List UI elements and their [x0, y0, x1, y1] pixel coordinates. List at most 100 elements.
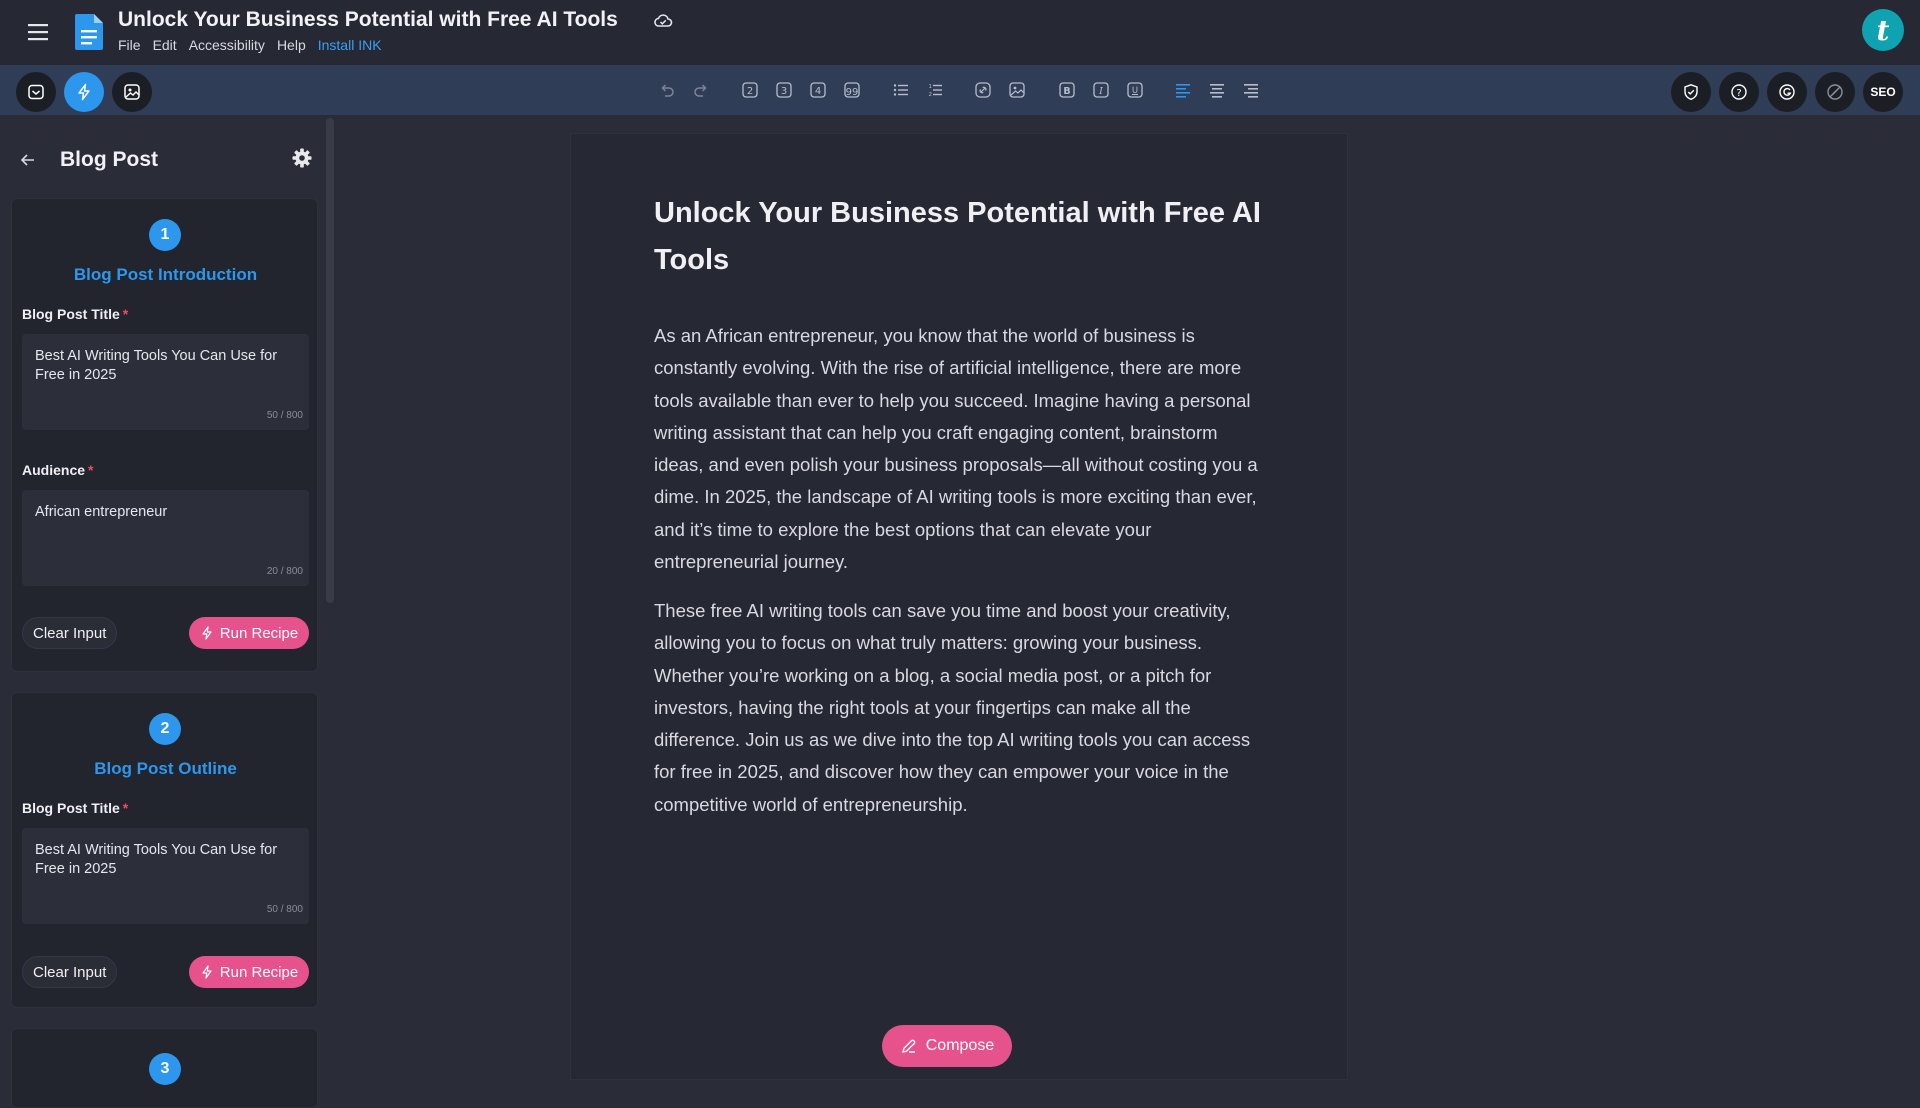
- field-label: Blog Post Title *: [22, 306, 129, 322]
- quote-button[interactable]: 99: [841, 79, 863, 101]
- user-avatar[interactable]: t: [1862, 9, 1904, 51]
- undo-icon: [661, 84, 674, 97]
- svg-text:B: B: [1063, 86, 1070, 97]
- ai-assistant-button[interactable]: [64, 72, 104, 112]
- align-left-button[interactable]: [1172, 79, 1194, 101]
- step-badge: 1: [149, 219, 181, 251]
- compose-button[interactable]: Compose: [882, 1025, 1012, 1067]
- shield-check-icon: [1684, 84, 1698, 101]
- sidebar-title: Blog Post: [60, 148, 158, 171]
- char-counter: 50 / 800: [266, 904, 303, 915]
- disable-assistant-button[interactable]: [1815, 72, 1855, 112]
- menu-help[interactable]: Help: [277, 37, 306, 53]
- redo-icon: [694, 84, 707, 97]
- lightning-icon: [202, 965, 212, 979]
- svg-text:3: 3: [781, 86, 787, 97]
- bullet-list-icon: [893, 84, 908, 96]
- align-right-button[interactable]: [1240, 79, 1262, 101]
- step-badge: 3: [149, 1053, 181, 1085]
- blog-title-input[interactable]: Best AI Writing Tools You Can Use for Fr…: [22, 828, 309, 924]
- document-paragraph[interactable]: As an African entrepreneur, you know tha…: [654, 320, 1270, 578]
- italic-icon: I: [1093, 82, 1109, 98]
- recipe-card-3: 3: [11, 1028, 318, 1108]
- audience-input[interactable]: African entrepreneur 20 / 800: [22, 490, 309, 586]
- editor-toolbar: 2 3 4 99 12 B I U ? SEO: [0, 65, 1920, 115]
- cloud-saved-icon: [653, 12, 673, 30]
- menu-edit[interactable]: Edit: [153, 37, 177, 53]
- underline-button[interactable]: U: [1124, 79, 1146, 101]
- svg-text:2: 2: [747, 86, 753, 97]
- document-title[interactable]: Unlock Your Business Potential with Free…: [118, 8, 618, 32]
- plagiarism-check-button[interactable]: [1671, 72, 1711, 112]
- svg-text:2: 2: [929, 92, 933, 98]
- quote-icon: 99: [844, 82, 860, 98]
- svg-text:4: 4: [815, 86, 821, 97]
- hamburger-menu-icon[interactable]: [26, 20, 52, 44]
- help-icon: ?: [1731, 84, 1747, 100]
- redo-button[interactable]: [690, 79, 712, 101]
- heading-3-icon: 3: [776, 82, 792, 98]
- align-center-button[interactable]: [1206, 79, 1228, 101]
- bold-icon: B: [1059, 82, 1075, 98]
- grammar-button[interactable]: [1767, 72, 1807, 112]
- italic-button[interactable]: I: [1090, 79, 1112, 101]
- install-ink-link[interactable]: Install INK: [318, 37, 382, 53]
- char-counter: 20 / 800: [266, 566, 303, 577]
- svg-text:I: I: [1098, 86, 1103, 97]
- underline-icon: U: [1127, 82, 1143, 98]
- seo-button[interactable]: SEO: [1863, 72, 1903, 112]
- document-icon: [73, 12, 105, 52]
- numbered-list-button[interactable]: 12: [924, 79, 946, 101]
- step-badge: 2: [149, 713, 181, 745]
- char-counter: 50 / 800: [266, 410, 303, 421]
- lightning-icon: [202, 626, 212, 640]
- disable-icon: [1827, 84, 1843, 100]
- run-recipe-button[interactable]: Run Recipe: [189, 617, 309, 649]
- card-title: Blog Post Outline: [94, 759, 237, 778]
- seo-label: SEO: [1870, 85, 1896, 99]
- sidebar-scrollbar[interactable]: [326, 118, 334, 603]
- lightning-icon: [78, 83, 90, 101]
- link-button[interactable]: [972, 79, 994, 101]
- menu-bar: File Edit Accessibility Help Install INK: [118, 37, 382, 53]
- run-recipe-button[interactable]: Run Recipe: [189, 956, 309, 988]
- heading-4-icon: 4: [810, 82, 826, 98]
- svg-text:1: 1: [929, 84, 933, 90]
- align-right-icon: [1244, 84, 1258, 98]
- recipe-card-outline: 2 Blog Post Outline Blog Post Title * Bes…: [11, 692, 318, 1008]
- link-icon: [975, 82, 991, 98]
- bullet-list-button[interactable]: [890, 79, 912, 101]
- document-heading[interactable]: Unlock Your Business Potential with Free…: [654, 190, 1274, 284]
- align-left-icon: [1176, 84, 1190, 98]
- heading-2-icon: 2: [742, 82, 758, 98]
- field-label: Audience *: [22, 462, 94, 478]
- blog-title-input[interactable]: Best AI Writing Tools You Can Use for Fr…: [22, 334, 309, 430]
- gear-icon[interactable]: [291, 147, 313, 169]
- inbox-icon: [28, 84, 44, 100]
- svg-text:?: ?: [1736, 88, 1741, 99]
- svg-text:99: 99: [846, 87, 859, 98]
- clear-input-button[interactable]: Clear Input: [22, 956, 118, 988]
- menu-file[interactable]: File: [118, 37, 141, 53]
- grammar-icon: [1779, 84, 1795, 100]
- pencil-icon: [901, 1039, 916, 1053]
- menu-accessibility[interactable]: Accessibility: [189, 37, 265, 53]
- numbered-list-icon: 12: [929, 84, 942, 98]
- heading-3-button[interactable]: 3: [773, 79, 795, 101]
- field-label: Blog Post Title *: [22, 800, 129, 816]
- insert-image-button[interactable]: [1006, 79, 1028, 101]
- heading-4-button[interactable]: 4: [807, 79, 829, 101]
- align-center-icon: [1210, 84, 1224, 98]
- bold-button[interactable]: B: [1056, 79, 1078, 101]
- recipe-card-introduction: 1 Blog Post Introduction Blog Post Title…: [11, 198, 318, 672]
- image-generator-button[interactable]: [112, 72, 152, 112]
- clear-input-button[interactable]: Clear Input: [22, 617, 118, 649]
- inbox-button[interactable]: [16, 72, 56, 112]
- document-paragraph[interactable]: These free AI writing tools can save you…: [654, 595, 1270, 821]
- help-button[interactable]: ?: [1719, 72, 1759, 112]
- undo-button[interactable]: [656, 79, 678, 101]
- heading-2-button[interactable]: 2: [739, 79, 761, 101]
- image-icon: [1009, 82, 1025, 98]
- back-arrow-icon[interactable]: [18, 150, 38, 170]
- card-title: Blog Post Introduction: [73, 265, 258, 284]
